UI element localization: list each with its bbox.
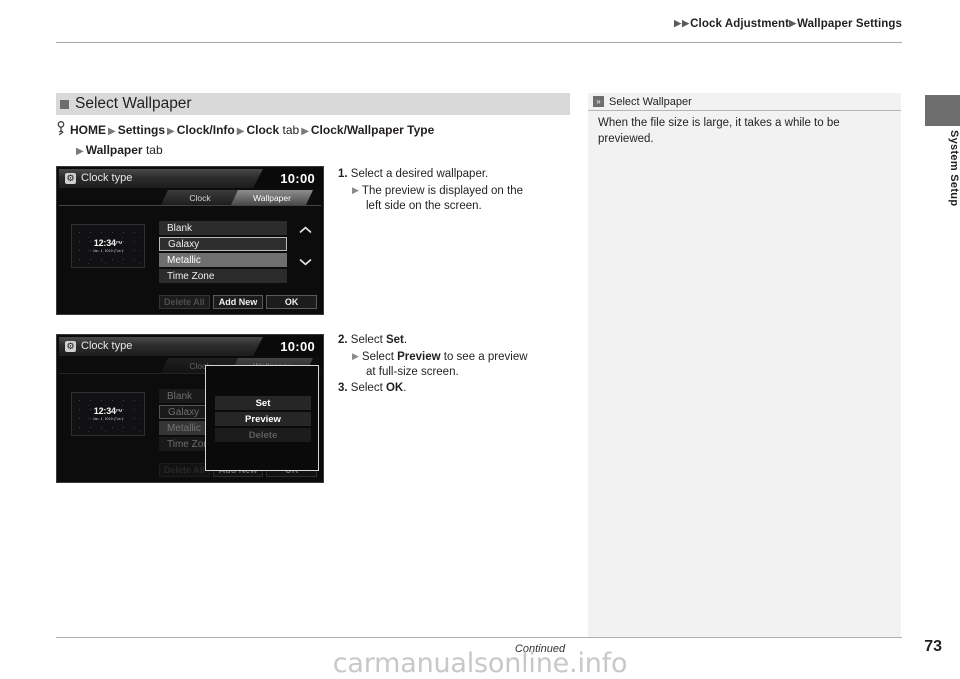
tab-clock[interactable]: Clock (161, 190, 239, 205)
set-button[interactable]: Set (215, 396, 311, 410)
step-2-tail: . (403, 334, 408, 346)
navigation-path-line2: ▶ Wallpaper tab (56, 141, 576, 161)
footer-divider (56, 637, 902, 638)
delete-all-button[interactable]: Delete All (159, 295, 210, 309)
breadcrumb-arrow-1-icon: ▶ (674, 18, 682, 28)
nav-item-settings[interactable]: Settings (118, 123, 165, 137)
step-3-number: 3. (338, 381, 348, 394)
step-2-lead: Select (350, 334, 386, 346)
nav-arrow-2-icon: ▶ (167, 126, 175, 137)
section-header: Select Wallpaper (56, 93, 570, 115)
sidebar-note-body: When the file size is large, it takes a … (598, 117, 840, 145)
nav-item-clock-info[interactable]: Clock/Info (177, 123, 235, 137)
screen-title-bar: ⚙ Clock type 10:00 (59, 169, 321, 188)
screen-title: Clock type (81, 340, 133, 352)
substep-arrow-icon: ▶ (352, 184, 359, 195)
breadcrumb-arrow-3-icon: ▶ (789, 18, 797, 28)
nav-arrow-3-icon: ▶ (236, 126, 245, 137)
delete-button[interactable]: Delete (215, 428, 311, 442)
screen-title: Clock type (81, 172, 133, 184)
popup-button-group: Set Preview Delete (215, 396, 311, 442)
screen-title-bar: ⚙ Clock type 10:00 (59, 337, 321, 356)
ok-button[interactable]: OK (266, 295, 318, 309)
preview-date: Jan. 1, 2015 (Tue.) (92, 417, 124, 421)
sidebar-note-panel: » Select Wallpaper When the file size is… (588, 93, 901, 637)
tab-underline (59, 205, 321, 206)
step-3-tail: . (403, 381, 407, 394)
wallpaper-preview-thumbnail: 12:34PM Jan. 1, 2015 (Tue.) (71, 224, 145, 268)
step-1-sub-line2: left side on the screen. (366, 200, 482, 212)
breadcrumb-item-clock-adjustment: Clock Adjustment (690, 18, 790, 30)
preview-time: 12:34PM (93, 406, 123, 416)
nav-tab-word-2: tab (145, 143, 163, 157)
wallpaper-list: Blank Galaxy Metallic Time Zone (159, 221, 287, 285)
step-3-target-ok: OK (385, 381, 404, 394)
screen-tabs: Clock Wallpaper (159, 190, 319, 205)
screen-clock: 10:00 (280, 339, 315, 354)
nav-item-clock[interactable]: Clock (246, 123, 279, 137)
chevron-up-icon[interactable] (297, 223, 313, 237)
delete-all-button[interactable]: Delete All (159, 463, 210, 477)
step-2-number: 2. (338, 334, 348, 346)
chapter-tab-marker (925, 95, 960, 126)
list-item-metallic[interactable]: Metallic (159, 253, 287, 267)
step-2-sub-post: to see a preview (440, 350, 528, 363)
nav-item-wallpaper[interactable]: Wallpaper (86, 143, 143, 157)
step-1-substep: ▶ The preview is displayed on the left sid… (338, 183, 573, 215)
chevron-down-icon[interactable] (297, 255, 313, 269)
breadcrumb: ▶▶Clock Adjustment▶Wallpaper Settings (0, 18, 902, 30)
nav-arrow-4-icon: ▶ (301, 126, 309, 137)
step-2-sub-pre: Select (361, 350, 398, 363)
step-3-lead: Select (350, 381, 386, 394)
step-1-text: Select a desired wallpaper. (350, 168, 489, 180)
screen-inner: ⚙ Clock type 10:00 Clock Wallpaper Blank… (59, 337, 321, 480)
double-chevron-icon: » (593, 96, 604, 107)
page-number: 73 (924, 638, 942, 655)
preview-date: Jan. 1, 2015 (Tue.) (92, 249, 124, 253)
clock-type-wallpaper-popup-screen: ⚙ Clock type 10:00 Clock Wallpaper Blank… (56, 334, 324, 483)
instruction-steps-2-3: 2. Select Set. ▶ Select Preview to see a … (338, 333, 573, 396)
preview-button[interactable]: Preview (215, 412, 311, 426)
nav-item-clock-wallpaper-type[interactable]: Clock/Wallpaper Type (311, 123, 434, 137)
list-item-blank[interactable]: Blank (159, 221, 287, 235)
tab-wallpaper[interactable]: Wallpaper (231, 190, 313, 205)
chapter-tab-label: System Setup (948, 130, 960, 207)
wallpaper-preview-thumbnail: 12:34PM Jan. 1, 2015 (Tue.) (71, 392, 145, 436)
nav-arrow-5-icon: ▶ (76, 146, 84, 157)
screen-action-buttons: Delete All Add New OK (159, 295, 318, 309)
header-divider (56, 42, 902, 43)
continued-label: Continued (514, 643, 566, 655)
preview-time: 12:34PM (93, 238, 123, 248)
step-1-sub-line1: The preview is displayed on the (361, 184, 524, 197)
step-2-target-set: Set (385, 334, 404, 346)
nav-item-home[interactable]: HOME (70, 123, 106, 137)
add-new-button[interactable]: Add New (212, 295, 264, 309)
sidebar-note-title: Select Wallpaper (609, 95, 692, 108)
wallpaper-options-popup: Set Preview Delete (205, 365, 319, 471)
nav-tab-word-1: tab (282, 123, 300, 137)
step-2-substep: ▶ Select Preview to see a preview at full-… (338, 349, 573, 381)
step-1-number: 1. (338, 168, 348, 180)
list-item-galaxy[interactable]: Galaxy (159, 237, 287, 251)
steering-key-icon (56, 121, 68, 141)
instruction-step-1: 1. Select a desired wallpaper. ▶ The prev… (338, 167, 573, 215)
breadcrumb-arrow-2-icon: ▶ (682, 18, 690, 28)
screen-inner: ⚙ Clock type 10:00 Clock Wallpaper 12:34… (59, 169, 321, 312)
navigation-path: HOME ▶ Settings ▶ Clock/Info ▶ Clock tab ▶ Clock… (56, 121, 576, 161)
screen-clock: 10:00 (280, 171, 315, 186)
substep-arrow-icon: ▶ (352, 350, 359, 361)
step-2-target-preview: Preview (397, 350, 441, 363)
gear-icon: ⚙ (65, 173, 76, 184)
gear-icon: ⚙ (65, 341, 76, 352)
page-title: Select Wallpaper (75, 95, 192, 112)
nav-arrow-1-icon: ▶ (108, 126, 116, 137)
breadcrumb-item-wallpaper-settings: Wallpaper Settings (797, 18, 902, 30)
instruction-step-3: 3. Select OK. (338, 381, 573, 397)
clock-type-wallpaper-list-screen: ⚙ Clock type 10:00 Clock Wallpaper 12:34… (56, 166, 324, 315)
sidebar-note-header: » Select Wallpaper (588, 93, 901, 111)
square-marker-icon (60, 99, 69, 109)
step-2-sub-line2: at full-size screen. (366, 366, 459, 378)
list-item-time-zone[interactable]: Time Zone (159, 269, 287, 283)
